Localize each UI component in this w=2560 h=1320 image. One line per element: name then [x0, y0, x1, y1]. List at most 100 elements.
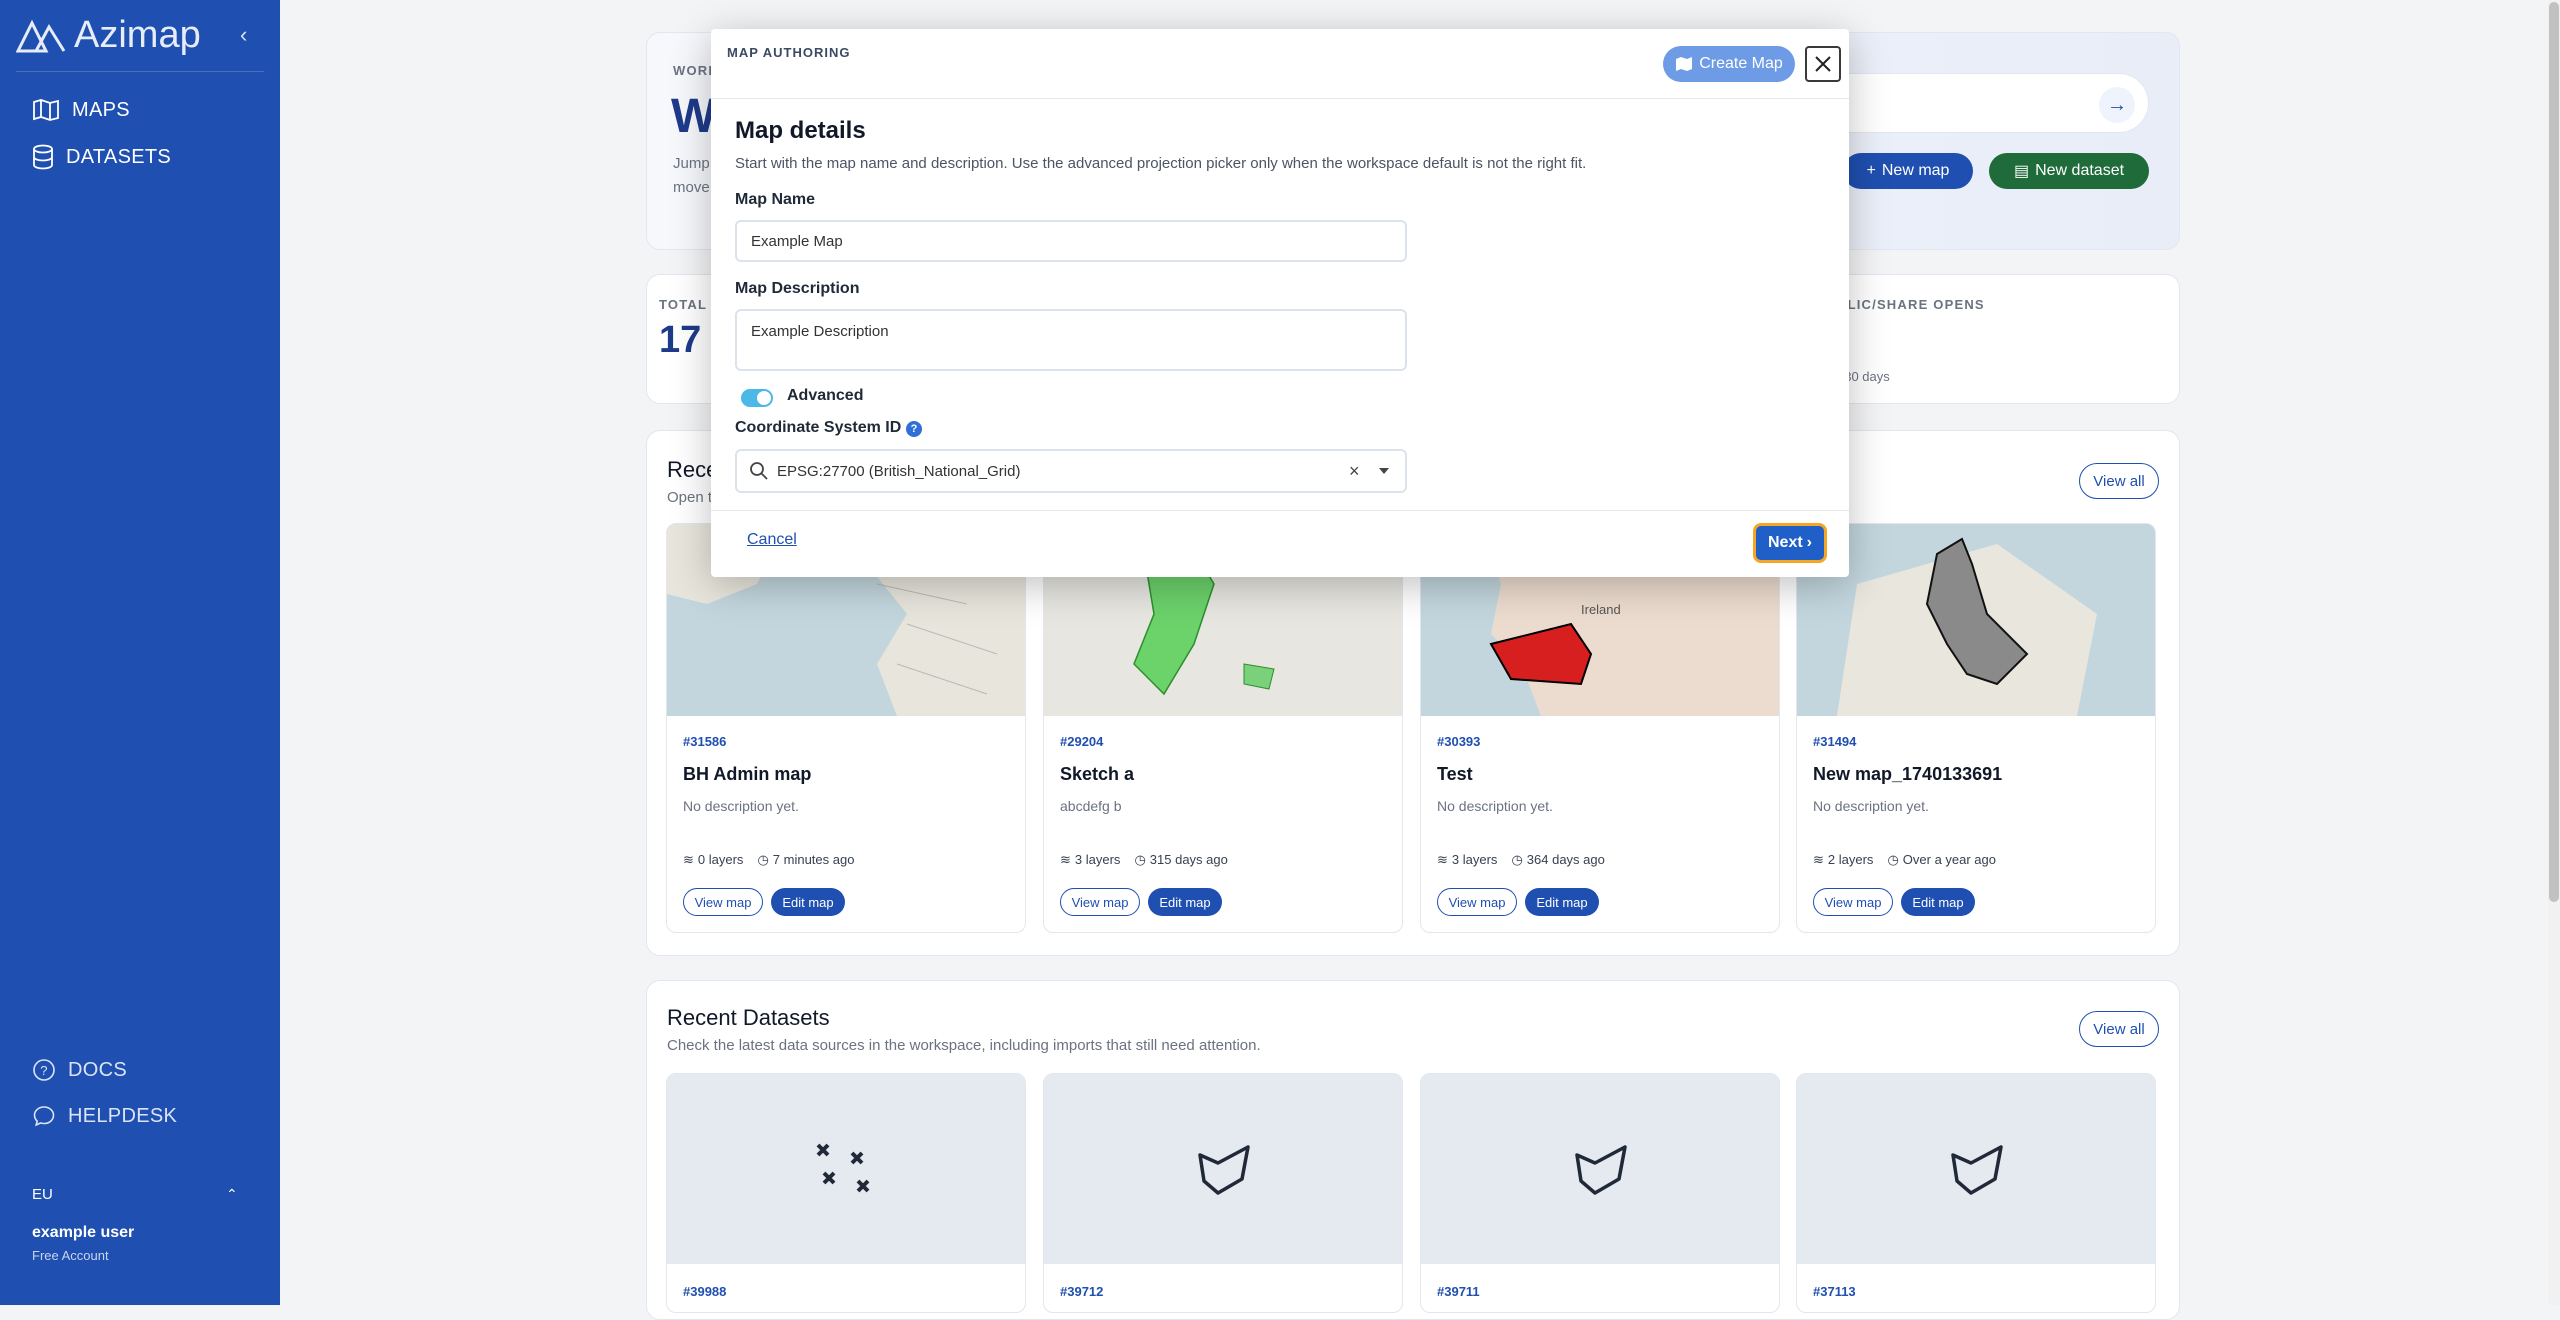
dataset-card[interactable]: #39711 [1420, 1073, 1780, 1313]
layers-icon: ≋ [1813, 852, 1824, 867]
hero-title: W [671, 90, 717, 143]
question-circle-icon: ? [33, 1059, 55, 1081]
map-id: #31494 [1813, 734, 1857, 749]
arrow-right-icon[interactable]: → [2099, 87, 2135, 123]
map-card[interactable]: #31586 BH Admin map No description yet. … [666, 523, 1026, 933]
search-icon [750, 462, 768, 480]
recent-maps-subtitle: Open t [667, 489, 713, 506]
clock-icon: ◷ [1887, 852, 1899, 867]
brand-logo[interactable]: Azimap [16, 14, 201, 57]
database-icon [33, 144, 53, 170]
clear-icon[interactable]: × [1349, 461, 1360, 482]
map-card[interactable]: Ireland #30393 Test No description yet. … [1420, 523, 1780, 933]
map-meta: ≋ 3 layers ◷ 315 days ago [1060, 852, 1228, 868]
account-plan: Free Account [32, 1248, 109, 1263]
hero-text-2: move [673, 179, 710, 196]
map-id: #29204 [1060, 734, 1104, 749]
region-label[interactable]: EU [32, 1186, 53, 1203]
chevron-up-icon[interactable]: ⌃ [226, 1186, 238, 1203]
layer-count: 0 layers [697, 852, 744, 867]
dataset-card[interactable]: #39712 [1043, 1073, 1403, 1313]
advanced-toggle[interactable] [741, 389, 773, 407]
map-name-value: Example Map [751, 232, 843, 250]
help-icon[interactable]: ? [906, 421, 922, 437]
map-updated: 7 minutes ago [772, 852, 855, 867]
map-updated: 364 days ago [1526, 852, 1605, 867]
map-icon [1676, 57, 1693, 71]
clock-icon: ◷ [757, 852, 769, 867]
map-description-textarea[interactable]: Example Description [735, 309, 1407, 371]
recent-datasets-title: Recent Datasets [667, 1005, 830, 1030]
dataset-thumbnail [1797, 1074, 2155, 1264]
dataset-card[interactable]: #37113 [1796, 1073, 2156, 1313]
map-meta: ≋ 3 layers ◷ 364 days ago [1437, 852, 1605, 868]
map-card[interactable]: #31494 New map_1740133691 No description… [1796, 523, 2156, 933]
polygon-icon [1575, 1145, 1627, 1195]
modal-title: Map details [735, 117, 866, 144]
crs-label: Coordinate System ID [735, 419, 902, 436]
layers-icon: ≋ [1437, 852, 1448, 867]
view-map-button[interactable]: View map [683, 888, 763, 916]
map-description: No description yet. [1437, 798, 1553, 814]
svg-text:?: ? [40, 1063, 48, 1078]
edit-map-button[interactable]: Edit map [1148, 888, 1222, 916]
map-name-input[interactable]: Example Map [735, 220, 1407, 262]
close-modal-button[interactable] [1805, 46, 1841, 82]
view-map-button[interactable]: View map [1813, 888, 1893, 916]
caret-down-icon[interactable] [1379, 468, 1389, 474]
map-meta: ≋ 0 layers ◷ 7 minutes ago [683, 852, 854, 868]
next-button[interactable]: Next › [1753, 523, 1827, 563]
sidebar-item-docs[interactable]: ? DOCS [32, 1058, 127, 1082]
crs-select[interactable]: EPSG:27700 (British_National_Grid) × [735, 449, 1407, 493]
map-name: Sketch a [1060, 764, 1135, 784]
view-all-maps-button[interactable]: View all [2079, 463, 2159, 499]
user-name[interactable]: example user [32, 1224, 134, 1242]
new-map-label: New map [1881, 162, 1950, 179]
new-map-button[interactable]: + New map [1843, 153, 1973, 189]
map-thumbnail [1797, 524, 2155, 716]
page-scrollbar-thumb[interactable] [2549, 2, 2559, 902]
sidebar: Azimap ‹ MAPS DATASETS ? DOCS HELPDESK E… [0, 0, 280, 1305]
modal-footer-divider [711, 510, 1849, 511]
sidebar-item-helpdesk[interactable]: HELPDESK [32, 1104, 177, 1128]
edit-map-button[interactable]: Edit map [771, 888, 845, 916]
chevron-right-icon: › [1806, 534, 1812, 551]
map-description: No description yet. [1813, 798, 1929, 814]
map-description: abcdefg b [1060, 798, 1122, 814]
map-updated: 315 days ago [1149, 852, 1228, 867]
crs-value: EPSG:27700 (British_National_Grid) [777, 463, 1021, 480]
create-map-label: Create Map [1699, 55, 1783, 72]
dataset-thumbnail [1044, 1074, 1402, 1264]
layer-count: 3 layers [1074, 852, 1121, 867]
edit-map-button[interactable]: Edit map [1525, 888, 1599, 916]
next-label: Next [1767, 534, 1803, 551]
sidebar-divider [16, 71, 264, 72]
layer-count: 2 layers [1827, 852, 1874, 867]
dataset-id: #39711 [1437, 1284, 1480, 1299]
dataset-card[interactable]: #39988 [666, 1073, 1026, 1313]
map-name-label: Map Name [735, 191, 816, 208]
map-id: #30393 [1437, 734, 1481, 749]
view-map-button[interactable]: View map [1060, 888, 1140, 916]
sidebar-item-label: MAPS [72, 98, 130, 121]
chat-icon [33, 1106, 55, 1127]
edit-map-button[interactable]: Edit map [1901, 888, 1975, 916]
new-dataset-button[interactable]: ▤ New dataset [1989, 153, 2149, 189]
plus-icon: + [1866, 162, 1876, 179]
recent-datasets-subtitle: Check the latest data sources in the wor… [667, 1037, 1261, 1054]
map-description-label: Map Description [735, 280, 860, 297]
sidebar-item-datasets[interactable]: DATASETS [32, 144, 171, 170]
dataset-id: #39712 [1060, 1284, 1104, 1299]
brand-name: Azimap [74, 14, 201, 56]
create-map-button[interactable]: Create Map [1663, 46, 1795, 82]
map-name: BH Admin map [683, 764, 812, 784]
sidebar-item-maps[interactable]: MAPS [32, 98, 130, 122]
view-all-datasets-button[interactable]: View all [2079, 1011, 2159, 1047]
dataset-id: #37113 [1813, 1284, 1856, 1299]
view-map-button[interactable]: View map [1437, 888, 1517, 916]
map-id: #31586 [683, 734, 727, 749]
cancel-link[interactable]: Cancel [747, 531, 797, 549]
toggle-knob [757, 391, 771, 405]
collapse-sidebar-icon[interactable]: ‹ [240, 22, 247, 48]
map-card[interactable]: #29204 Sketch a abcdefg b ≋ 3 layers ◷ 315 … [1043, 523, 1403, 933]
